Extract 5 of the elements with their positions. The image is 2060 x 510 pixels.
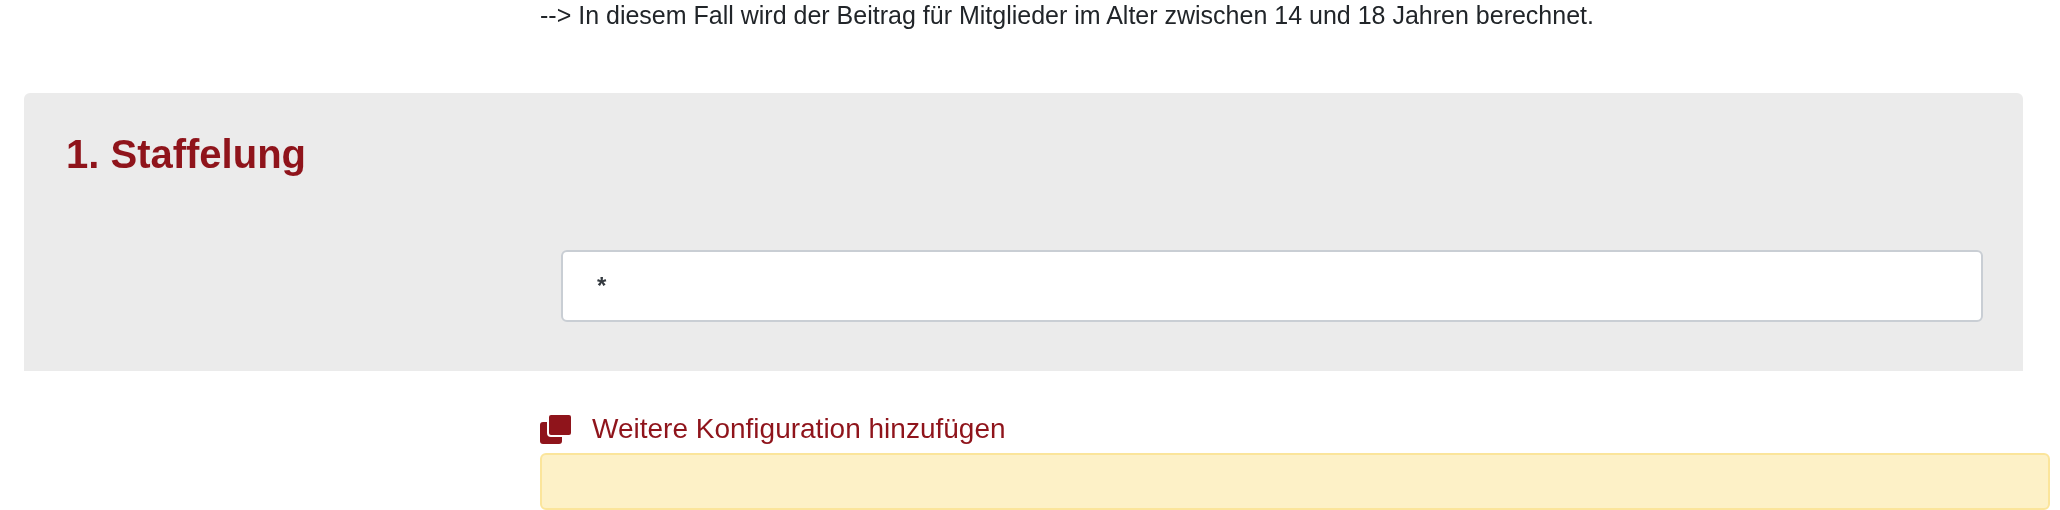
- section-title: 1. Staffelung: [66, 131, 307, 178]
- copy-icon: [540, 413, 572, 444]
- add-configuration-link[interactable]: Weitere Konfiguration hinzufügen: [540, 412, 1006, 445]
- intro-text: --> In diesem Fall wird der Beitrag für Mitglieder im Alter zwischen 14 und 18 Jahren berechnet.: [540, 0, 1595, 30]
- input-field[interactable]: *: [561, 250, 1983, 322]
